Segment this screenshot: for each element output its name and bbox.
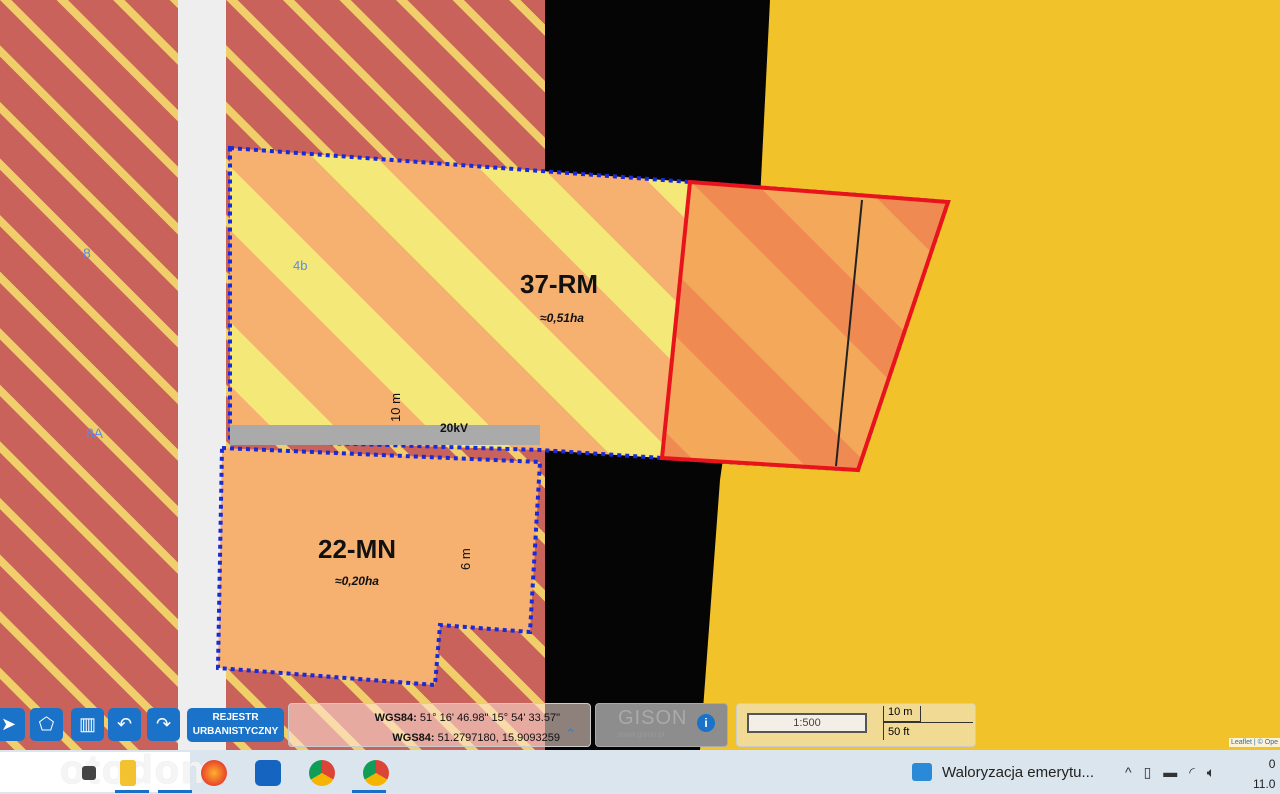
rejestr-label-1: REJESTR bbox=[212, 712, 259, 723]
distance-label-10m: 10 m bbox=[388, 393, 403, 422]
gison-url: www.gison.pl bbox=[618, 730, 665, 739]
wifi-icon[interactable]: ◜ bbox=[1189, 764, 1194, 781]
zone-label-22-mn: 22-MN bbox=[318, 534, 396, 564]
redo-icon: ↷ bbox=[155, 714, 172, 734]
task-view-icon[interactable] bbox=[82, 766, 96, 780]
scale-bar-imperial: 50 ft bbox=[883, 722, 973, 740]
zone-label-37-rm: 37-RM bbox=[520, 269, 598, 299]
system-tray[interactable]: ^ ▯ ▬ ◜ 🔈︎ bbox=[1125, 764, 1215, 781]
coords-label-dms: WGS84: bbox=[374, 712, 417, 724]
clock[interactable]: 0 11.0 bbox=[1253, 754, 1275, 794]
shape-icon: ⬠ bbox=[38, 714, 55, 734]
news-icon bbox=[912, 763, 932, 781]
camera-icon[interactable]: ▯ bbox=[1144, 764, 1152, 781]
coords-label-decimal: WGS84: bbox=[392, 732, 435, 744]
rejestr-urbanistyczny-button[interactable]: REJESTR URBANISTYCZNY bbox=[187, 708, 284, 742]
zone-area-37-rm: ≈0,51ha bbox=[540, 311, 584, 325]
layers-map-button[interactable]: ▥ bbox=[71, 708, 104, 741]
clock-date: 11.0 bbox=[1253, 777, 1276, 791]
chrome-icon[interactable] bbox=[309, 760, 335, 786]
redo-button[interactable]: ↷ bbox=[147, 708, 180, 741]
distance-label-6m: 6 m bbox=[458, 548, 473, 570]
gison-name: GISON bbox=[618, 707, 688, 729]
marker-label-4b[interactable]: 4b bbox=[293, 258, 307, 273]
volume-icon[interactable]: 🔈︎ bbox=[1207, 764, 1215, 781]
scale-ratio-input[interactable]: 1:500 bbox=[747, 713, 867, 733]
clock-time: 0 bbox=[1268, 757, 1276, 771]
chevron-up-icon[interactable]: ^ bbox=[1125, 764, 1132, 781]
coords-dms: 51° 16' 46.98" 15° 54' 33.57" bbox=[419, 712, 560, 724]
gison-logo[interactable]: GISON www.gison.pl i bbox=[595, 703, 728, 747]
map-attribution[interactable]: Leaflet | © Ope bbox=[1228, 738, 1280, 747]
active-indicator bbox=[158, 790, 192, 793]
zone-area-22-mn: ≈0,20ha bbox=[335, 574, 379, 588]
rejestr-label-2: URBANISTYCZNY bbox=[192, 726, 279, 737]
map-canvas[interactable]: 37-RM ≈0,51ha 22-MN ≈0,20ha 20kV 10 m 6 … bbox=[0, 0, 1280, 750]
news-widget[interactable]: Waloryzacja emerytu... bbox=[912, 763, 1094, 781]
undo-button[interactable]: ↶ bbox=[108, 708, 141, 741]
navigate-icon: ➤ bbox=[0, 714, 17, 734]
marker-label-8a[interactable]: 8A bbox=[86, 425, 104, 441]
firefox-icon[interactable] bbox=[201, 760, 227, 786]
info-icon[interactable]: i bbox=[697, 714, 715, 732]
locate-button[interactable]: ➤ bbox=[0, 708, 25, 741]
map-icon: ▥ bbox=[78, 714, 96, 734]
news-text: Waloryzacja emerytu... bbox=[942, 763, 1094, 781]
scale-bar-metric: 10 m bbox=[883, 706, 921, 722]
power-line-strip bbox=[230, 425, 540, 445]
coords-decimal: 51.2797180, 15.9093259 bbox=[437, 732, 560, 744]
scale-panel: 1:500 10 m 50 ft bbox=[736, 703, 976, 747]
active-indicator bbox=[352, 790, 386, 793]
undo-icon: ↶ bbox=[116, 714, 133, 734]
draw-area-button[interactable]: ⬠ bbox=[30, 708, 63, 741]
chrome-profile-icon[interactable] bbox=[363, 760, 389, 786]
power-line-label: 20kV bbox=[440, 421, 468, 435]
outlook-icon[interactable] bbox=[255, 760, 281, 786]
file-explorer-icon[interactable] bbox=[120, 760, 136, 786]
chevron-up-icon[interactable]: ⌃ bbox=[565, 724, 576, 744]
coordinates-panel: WGS84: 51° 16' 46.98" 15° 54' 33.57" WGS… bbox=[288, 703, 591, 747]
active-indicator bbox=[115, 790, 149, 793]
marker-label-8[interactable]: 8 bbox=[83, 245, 91, 261]
battery-icon[interactable]: ▬ bbox=[1163, 764, 1177, 781]
